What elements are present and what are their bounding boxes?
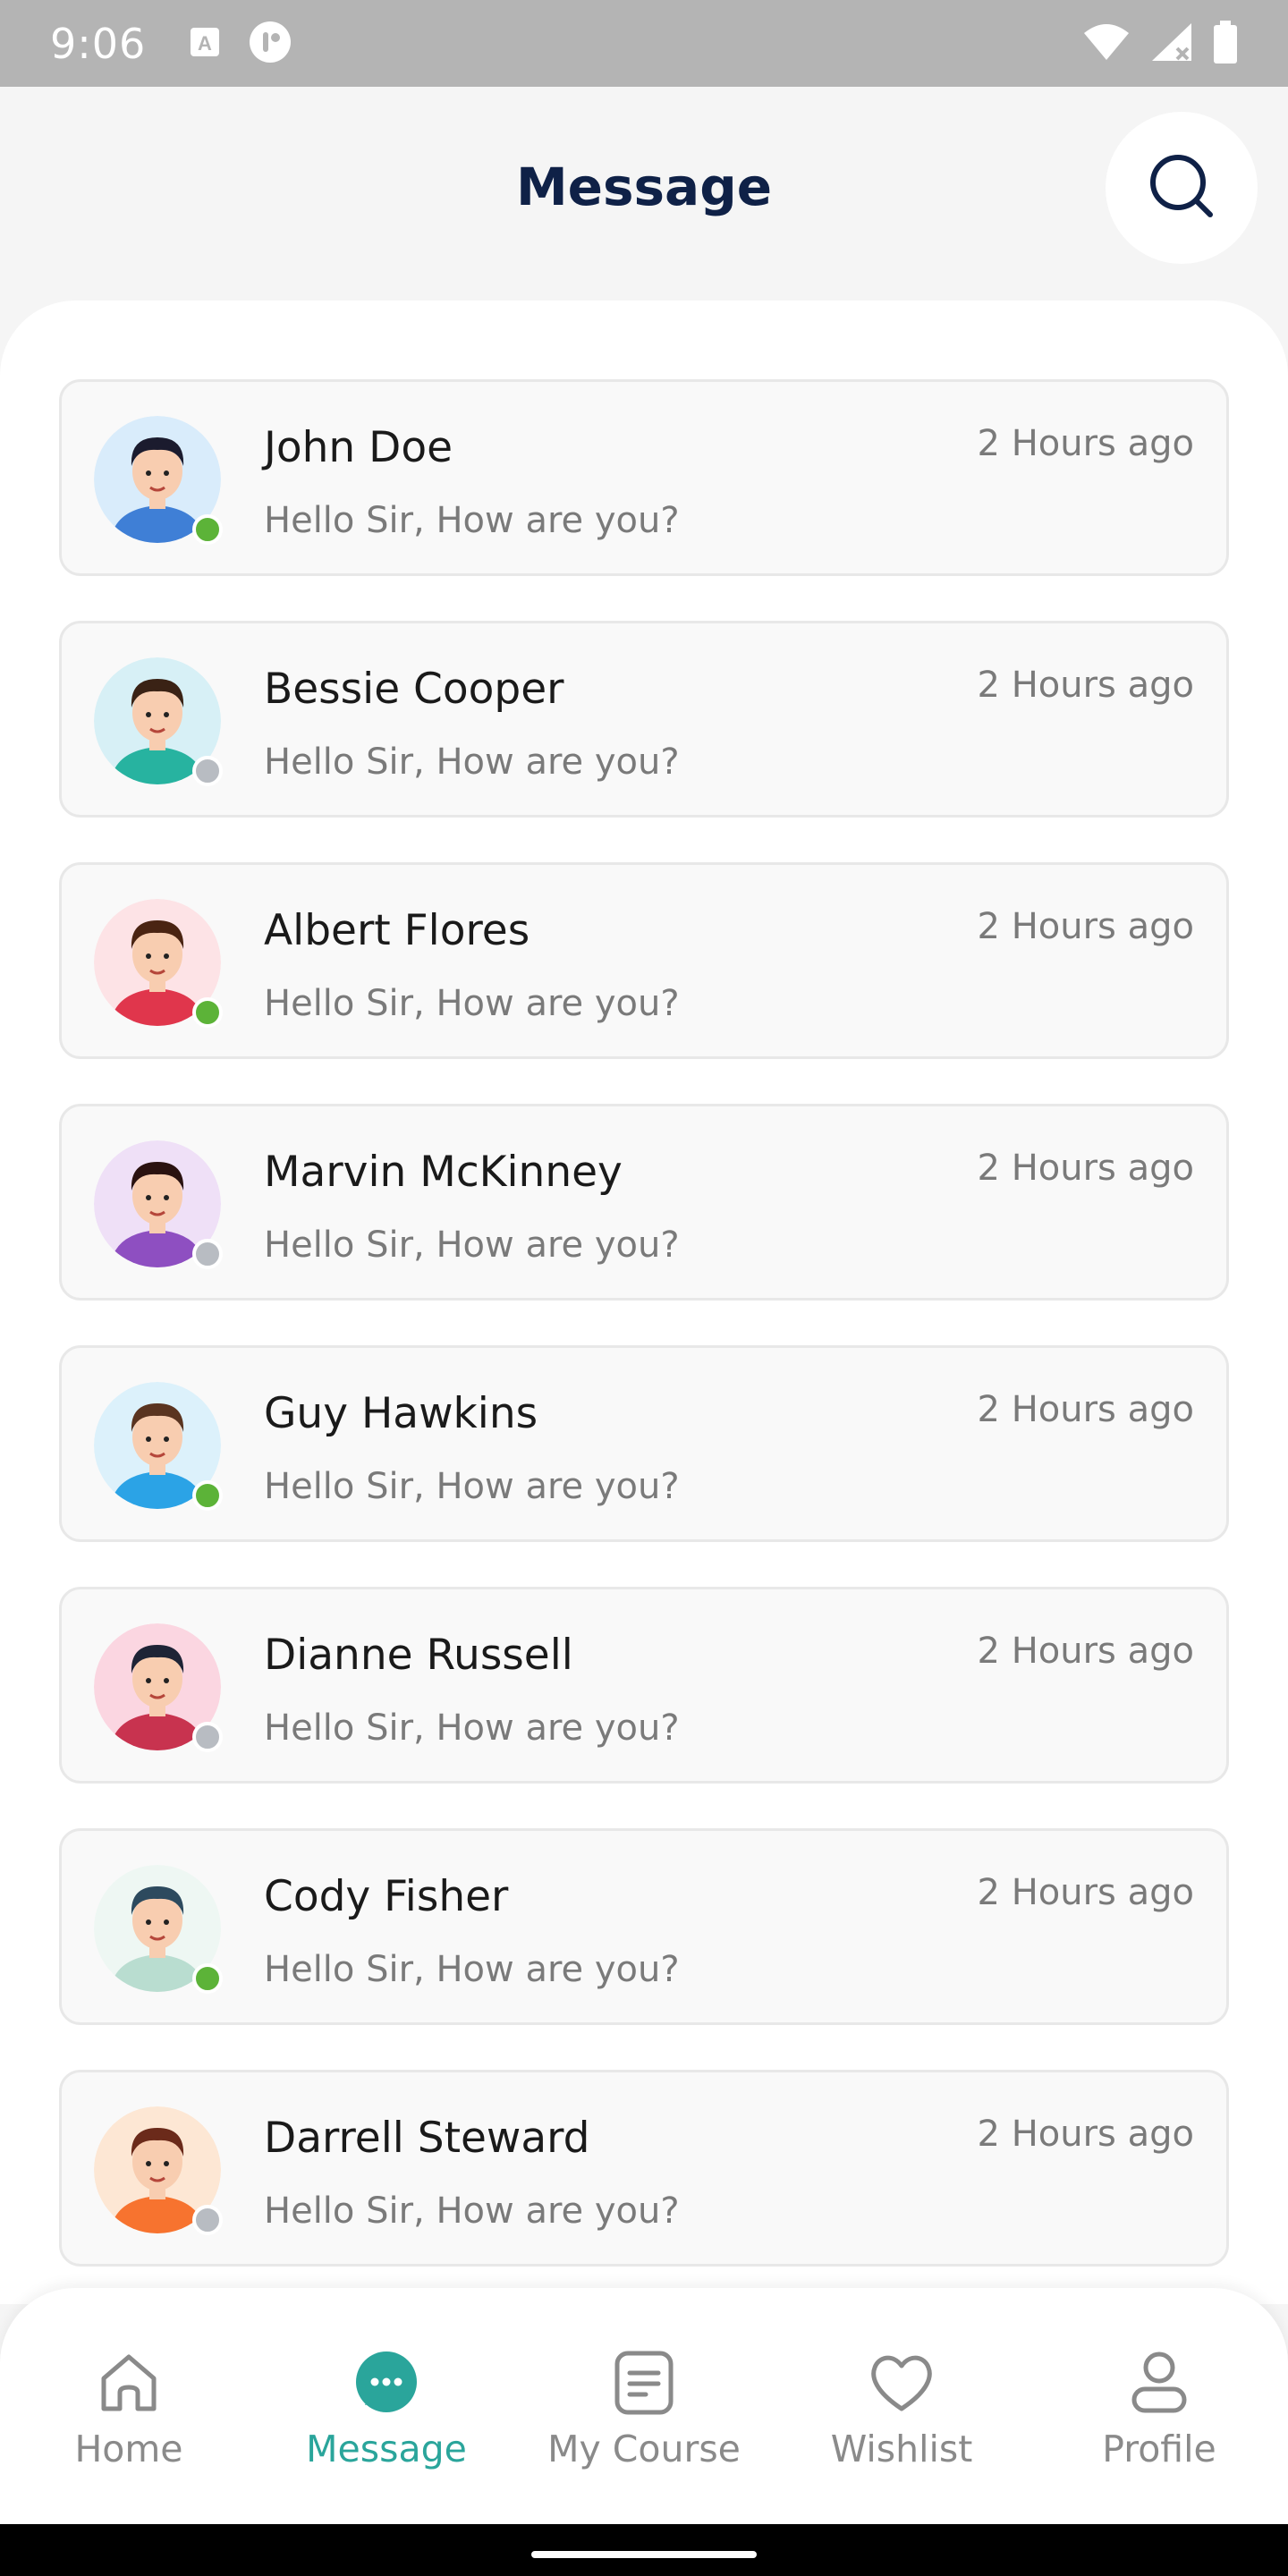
app-icon [248,20,292,68]
online-status-dot [192,514,223,545]
message-card[interactable]: Guy Hawkins 2 Hours ago Hello Sir, How are… [59,1345,1229,1542]
online-status-dot [192,1480,223,1511]
avatar [94,1140,223,1269]
message-list: John Doe 2 Hours ago Hello Sir, How are yo… [0,301,1288,2304]
a-icon: A [189,26,221,62]
message-timestamp: 2 Hours ago [977,1148,1194,1189]
message-timestamp: 2 Hours ago [977,2114,1194,2155]
avatar [94,899,223,1028]
avatar [94,657,223,786]
contact-name: Dianne Russell [264,1631,573,1680]
chat-bubble-icon [351,2346,422,2418]
message-preview: Hello Sir, How are you? [264,1949,680,1990]
message-preview: Hello Sir, How are you? [264,1466,680,1507]
user-icon [1123,2346,1195,2418]
message-timestamp: 2 Hours ago [977,1389,1194,1430]
avatar [94,1623,223,1752]
message-preview: Hello Sir, How are you? [264,983,680,1024]
bottom-nav: Home Message My Course Wishlist Profile [0,2288,1288,2524]
system-nav-bar [0,2524,1288,2576]
nav-label-wishlist: Wishlist [830,2428,973,2470]
page-title: Message [515,157,773,217]
signal-icon [1150,21,1193,66]
message-screen: 9:06 A Message John Doe 2 Hours ago Hell… [0,0,1288,2576]
avatar [94,1382,223,1511]
svg-text:A: A [198,32,212,55]
nav-label-message: Message [306,2428,467,2470]
message-card[interactable]: Darrell Steward 2 Hours ago Hello Sir, How… [59,2070,1229,2267]
document-icon [608,2346,680,2418]
status-time: 9:06 [50,19,147,68]
battery-icon [1213,20,1238,67]
online-status-dot [192,1963,223,1994]
contact-name: Bessie Cooper [264,665,564,714]
message-preview: Hello Sir, How are you? [264,741,680,783]
message-timestamp: 2 Hours ago [977,423,1194,464]
avatar [94,416,223,545]
nav-item-wishlist[interactable]: Wishlist [773,2288,1030,2524]
search-button[interactable] [1106,112,1258,264]
online-status-dot [192,997,223,1028]
message-timestamp: 2 Hours ago [977,1872,1194,1913]
heart-icon [866,2346,937,2418]
nav-item-profile[interactable]: Profile [1030,2288,1288,2524]
message-timestamp: 2 Hours ago [977,1631,1194,1672]
home-gesture-bar[interactable] [531,2551,757,2558]
message-card[interactable]: John Doe 2 Hours ago Hello Sir, How are yo… [59,379,1229,576]
nav-item-message[interactable]: Message [258,2288,515,2524]
contact-name: Guy Hawkins [264,1389,538,1438]
contact-name: Darrell Steward [264,2114,590,2163]
search-icon [1146,150,1217,225]
message-card[interactable]: Dianne Russell 2 Hours ago Hello Sir, How … [59,1587,1229,1784]
header: Message [0,87,1288,301]
message-card[interactable]: Marvin McKinney 2 Hours ago Hello Sir, How… [59,1104,1229,1301]
nav-label-home: Home [74,2428,183,2470]
avatar [94,2106,223,2235]
message-card[interactable]: Albert Flores 2 Hours ago Hello Sir, How a… [59,862,1229,1059]
message-preview: Hello Sir, How are you? [264,1224,680,1266]
nav-item-my-course[interactable]: My Course [515,2288,773,2524]
message-preview: Hello Sir, How are you? [264,500,680,541]
message-card[interactable]: Bessie Cooper 2 Hours ago Hello Sir, How a… [59,621,1229,818]
contact-name: Marvin McKinney [264,1148,623,1197]
message-timestamp: 2 Hours ago [977,665,1194,706]
wifi-icon [1082,22,1131,65]
message-timestamp: 2 Hours ago [977,906,1194,947]
offline-status-dot [192,756,223,786]
contact-name: Cody Fisher [264,1872,509,1921]
contact-name: Albert Flores [264,906,530,955]
status-bar: 9:06 A [0,0,1288,87]
message-preview: Hello Sir, How are you? [264,2190,680,2232]
home-icon [93,2346,165,2418]
message-card[interactable]: Cody Fisher 2 Hours ago Hello Sir, How are… [59,1828,1229,2025]
nav-label-profile: Profile [1102,2428,1216,2470]
avatar [94,1865,223,1994]
nav-label-my-course: My Course [547,2428,741,2470]
nav-item-home[interactable]: Home [0,2288,258,2524]
offline-status-dot [192,1239,223,1269]
contact-name: John Doe [264,423,453,472]
message-preview: Hello Sir, How are you? [264,1707,680,1749]
offline-status-dot [192,2205,223,2235]
offline-status-dot [192,1722,223,1752]
